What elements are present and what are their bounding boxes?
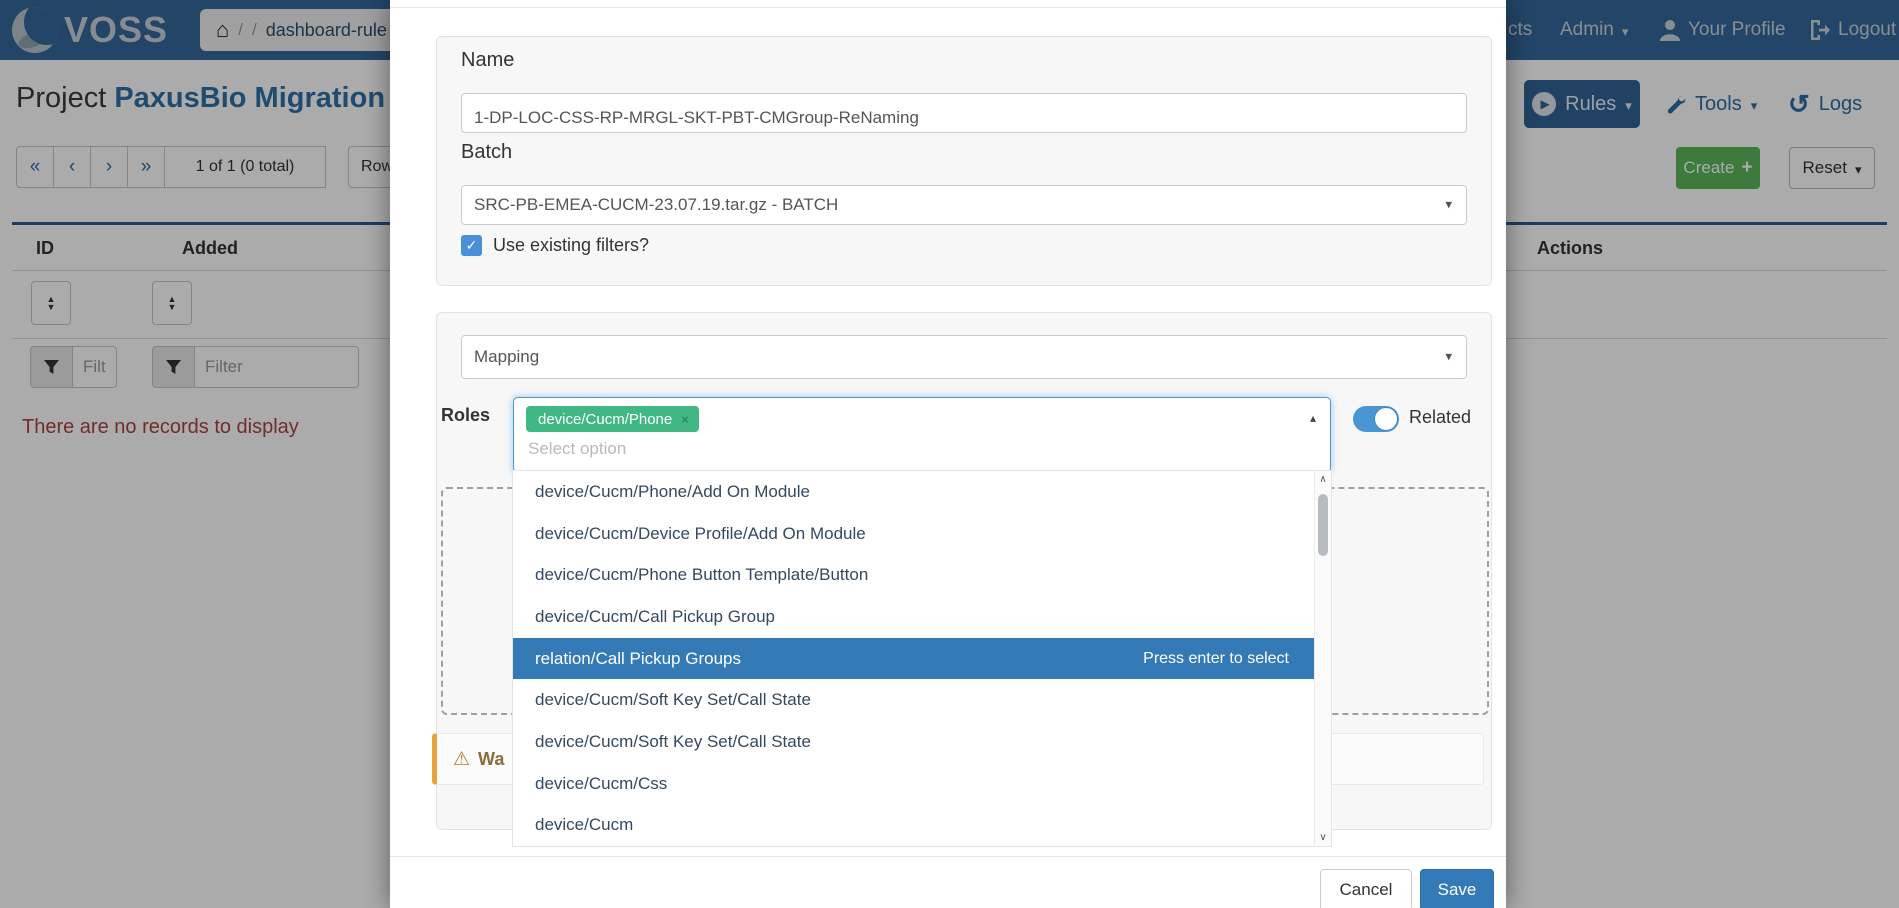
dropdown-option-label: relation/Call Pickup Groups: [535, 649, 741, 669]
scroll-up-icon[interactable]: ∧: [1315, 471, 1331, 488]
warning-icon: ⚠: [453, 748, 470, 771]
name-input[interactable]: [461, 93, 1467, 133]
batch-label: Batch: [461, 141, 512, 164]
roles-dropdown: device/Cucm/Phone/Add On Module device/C…: [512, 470, 1332, 847]
roles-placeholder: Select option: [528, 439, 626, 459]
batch-select[interactable]: SRC-PB-EMEA-CUCM-23.07.19.tar.gz - BATCH…: [461, 185, 1467, 225]
related-toggle[interactable]: [1353, 406, 1399, 432]
save-button[interactable]: Save: [1420, 869, 1494, 908]
batch-selected-value: SRC-PB-EMEA-CUCM-23.07.19.tar.gz - BATCH: [474, 195, 838, 215]
rule-edit-modal: Name Batch SRC-PB-EMEA-CUCM-23.07.19.tar…: [390, 0, 1506, 908]
scroll-down-icon[interactable]: ∨: [1315, 829, 1331, 846]
dropdown-option[interactable]: device/Cucm/Phone Button Template/Button: [513, 554, 1331, 596]
cancel-button[interactable]: Cancel: [1320, 869, 1412, 908]
dropdown-option-hint: Press enter to select: [1143, 650, 1289, 668]
roles-label: Roles: [441, 405, 490, 426]
warning-text: Wa: [478, 749, 504, 770]
dropdown-option[interactable]: device/Cucm/Device Profile/Add On Module: [513, 513, 1331, 555]
use-existing-filters-row[interactable]: ✓ Use existing filters?: [461, 235, 649, 256]
general-panel: Name Batch SRC-PB-EMEA-CUCM-23.07.19.tar…: [436, 36, 1492, 286]
modal-top-divider: [390, 7, 1506, 8]
tag-label: device/Cucm/Phone: [538, 411, 672, 428]
mapping-selected-value: Mapping: [474, 347, 539, 367]
dropdown-scrollbar[interactable]: ∧ ∨: [1314, 471, 1331, 846]
dropdown-option-highlighted[interactable]: relation/Call Pickup Groups Press enter …: [513, 638, 1331, 680]
related-label: Related: [1409, 407, 1471, 428]
modal-footer-divider: [390, 856, 1506, 857]
dropdown-option[interactable]: device/Cucm/Soft Key Set/Call State: [513, 721, 1331, 763]
dropdown-option[interactable]: device/Cucm/Phone/Add On Module: [513, 471, 1331, 513]
roles-multiselect[interactable]: device/Cucm/Phone × Select option ▴: [513, 397, 1331, 473]
use-existing-filters-label: Use existing filters?: [493, 235, 649, 256]
caret-up-icon[interactable]: ▴: [1310, 411, 1316, 425]
caret-down-icon: ▾: [1445, 196, 1452, 212]
roles-selected-tag[interactable]: device/Cucm/Phone ×: [526, 406, 699, 432]
scrollbar-thumb[interactable]: [1318, 494, 1328, 556]
dropdown-option[interactable]: device/Cucm/Soft Key Set/Call State: [513, 679, 1331, 721]
toggle-knob: [1374, 407, 1398, 431]
use-existing-filters-checkbox[interactable]: ✓: [461, 235, 482, 256]
check-icon: ✓: [466, 237, 478, 254]
dropdown-option[interactable]: device/Cucm: [513, 804, 1331, 846]
dropdown-option[interactable]: device/Cucm/Call Pickup Group: [513, 596, 1331, 638]
name-label: Name: [461, 49, 514, 72]
caret-down-icon: ▾: [1445, 348, 1452, 364]
dropdown-option[interactable]: device/Cucm/Css: [513, 763, 1331, 805]
remove-tag-icon[interactable]: ×: [681, 412, 689, 427]
mapping-select[interactable]: Mapping ▾: [461, 335, 1467, 379]
